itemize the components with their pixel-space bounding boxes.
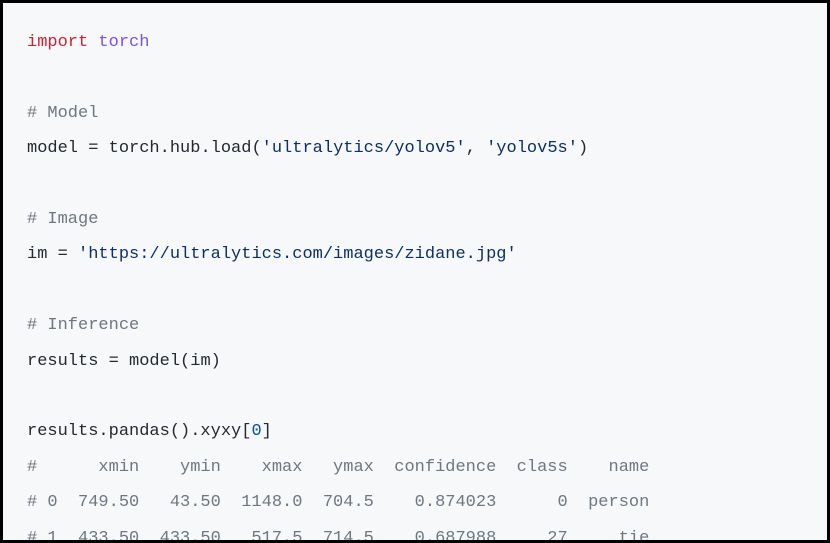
comment-inference: # Inference	[27, 316, 139, 335]
output-row-0: # 0 749.50 43.50 1148.0 704.5 0.874023 0…	[27, 493, 649, 512]
bracket-close: ]	[262, 422, 272, 441]
string-repo: 'ultralytics/yolov5'	[262, 139, 466, 158]
op-assign: =	[58, 245, 68, 264]
call-load: torch.hub.load(	[98, 139, 261, 158]
comma: ,	[466, 139, 486, 158]
code-content: import torch # Model model = torch.hub.l…	[27, 25, 803, 543]
call-model: model(im)	[119, 352, 221, 371]
code-block: import torch # Model model = torch.hub.l…	[0, 0, 830, 543]
var-results: results	[27, 352, 109, 371]
keyword-import: import	[27, 33, 88, 52]
comment-image: # Image	[27, 210, 98, 229]
call-xyxy: results.pandas().xyxy[	[27, 422, 251, 441]
module-torch: torch	[98, 33, 149, 52]
index-zero: 0	[251, 422, 261, 441]
string-url: 'https://ultralytics.com/images/zidane.j…	[78, 245, 517, 264]
var-model: model	[27, 139, 88, 158]
string-weights: 'yolov5s'	[486, 139, 578, 158]
output-header: # xmin ymin xmax ymax confidence class n…	[27, 458, 649, 477]
space	[68, 245, 78, 264]
output-row-1: # 1 433.50 433.50 517.5 714.5 0.687988 2…	[27, 529, 649, 543]
paren-close: )	[578, 139, 588, 158]
op-assign: =	[109, 352, 119, 371]
op-assign: =	[88, 139, 98, 158]
comment-model: # Model	[27, 104, 98, 123]
var-im: im	[27, 245, 58, 264]
